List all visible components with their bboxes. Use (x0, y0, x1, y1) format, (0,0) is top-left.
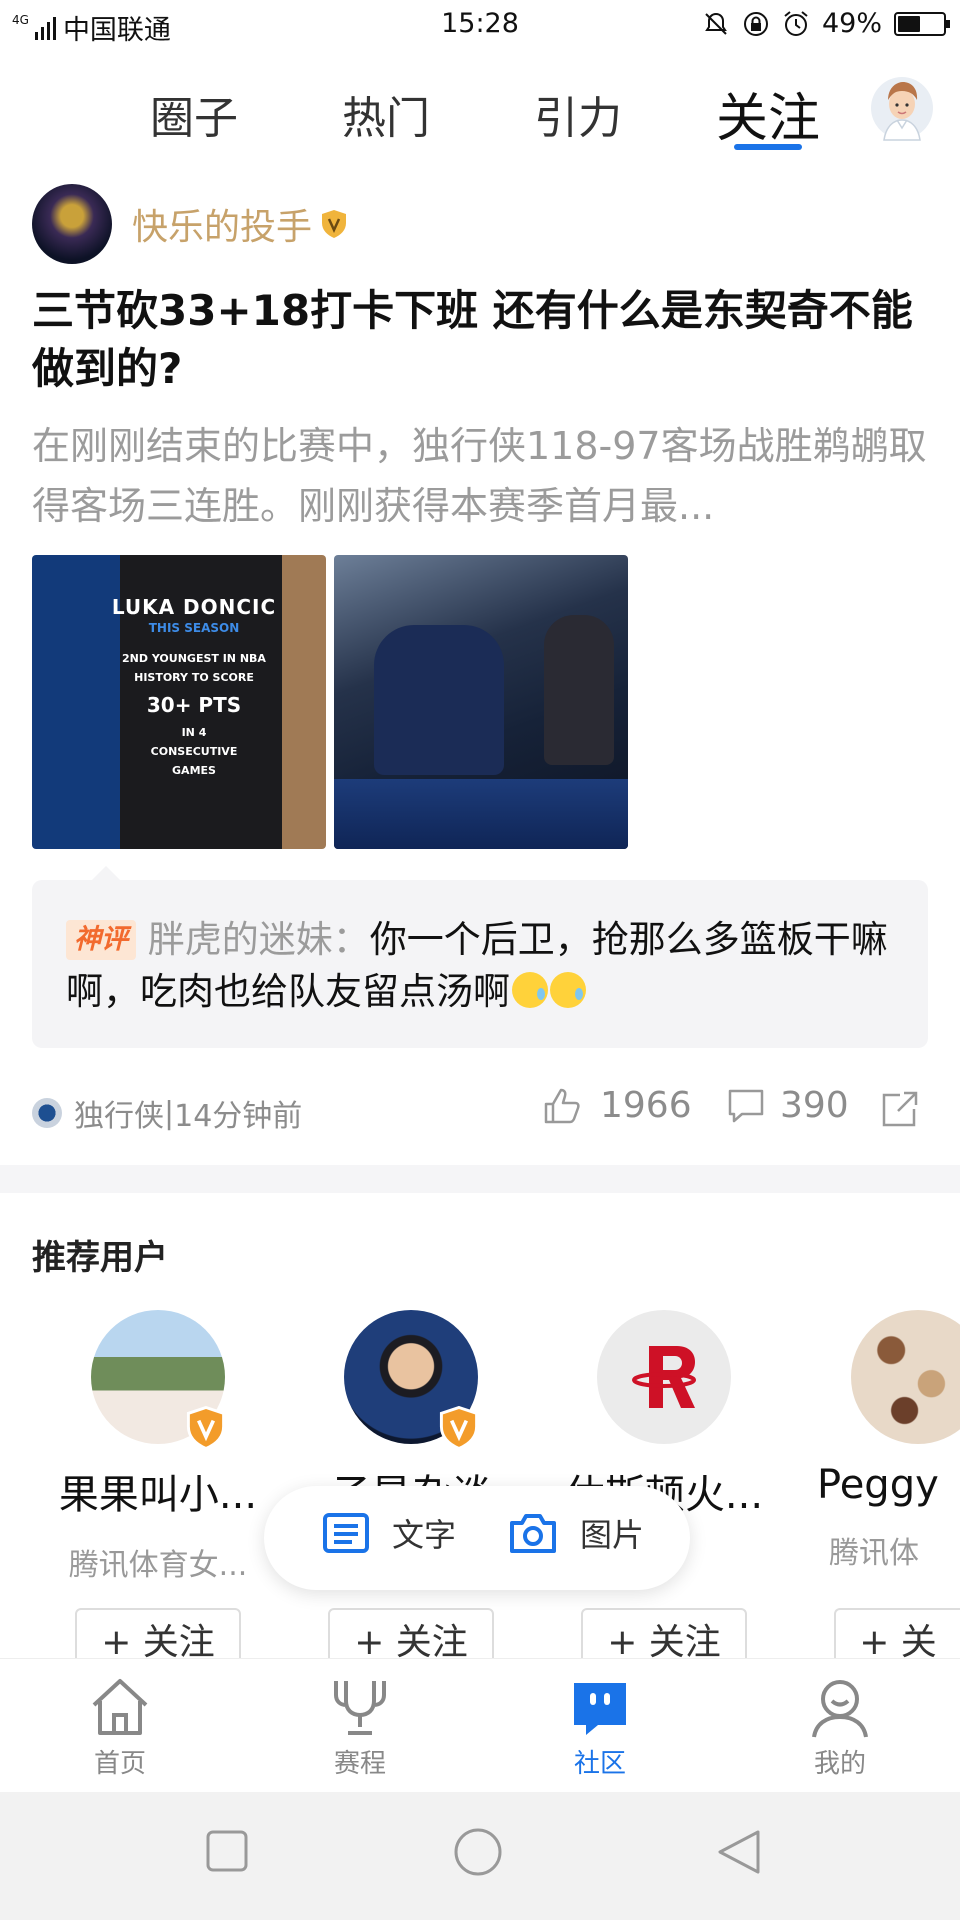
top-tab-bar: 圈子 热门 引力 关注 (0, 60, 960, 160)
trophy-icon (334, 1681, 386, 1735)
graphic-highlight: 30+ PTS (146, 693, 242, 717)
verified-badge-icon (322, 210, 347, 238)
rockets-logo-icon (632, 1346, 696, 1408)
stats-graphic-text: LUKA DONCIC THIS SEASON 2ND YOUNGEST IN … (92, 595, 296, 780)
post-meta-row: 独行侠 | 14分钟前 1966 390 (32, 1085, 932, 1135)
nav-community[interactable]: 社区 (530, 1675, 670, 1780)
nav-home[interactable]: 首页 (50, 1675, 190, 1780)
graphic-line-8: GAMES (172, 764, 216, 777)
nav-home-label: 首页 (93, 1749, 146, 1779)
graphic-line-4: HISTORY TO SCORE (134, 671, 254, 684)
compose-image-button[interactable]: 图片 (508, 1510, 644, 1556)
section-divider (0, 1165, 960, 1193)
sweat-emoji-icon (550, 972, 586, 1008)
nav-schedule-label: 赛程 (333, 1749, 386, 1779)
lock-rotation-icon (743, 11, 768, 36)
comment-icon (728, 1089, 764, 1122)
user-avatar[interactable] (851, 1310, 960, 1444)
team-logo-icon (32, 1098, 62, 1128)
camera-icon (510, 1514, 556, 1553)
recommended-user[interactable]: 果果叫小... 腾讯体育女... (58, 1310, 258, 1584)
recent-apps-icon[interactable] (206, 1830, 248, 1872)
commenter-name[interactable]: 胖虎的迷妹： (148, 918, 370, 961)
user-name: Peggy (817, 1462, 939, 1508)
post-source[interactable]: 独行侠 | 14分钟前 (32, 1091, 302, 1135)
author-name[interactable]: 快乐的投手 (132, 198, 312, 250)
community-icon (574, 1683, 626, 1735)
tab-hot[interactable]: 热门 (342, 82, 430, 146)
comment-button[interactable]: 390 (726, 1085, 849, 1126)
status-bar: 4G 中国联通 15:28 49% (0, 0, 960, 50)
compose-text-label: 文字 (392, 1516, 457, 1554)
nav-profile-label: 我的 (813, 1749, 866, 1779)
recommended-users-title: 推荐用户 (32, 1238, 168, 1278)
post-time: 14分钟前 (174, 1099, 303, 1134)
comment-count: 390 (780, 1085, 849, 1126)
share-icon[interactable] (880, 1089, 920, 1129)
meta-separator: | (164, 1095, 175, 1131)
photo-court (334, 779, 628, 849)
user-avatar[interactable] (597, 1310, 731, 1444)
compose-popup: 文字 图片 (264, 1486, 690, 1590)
tab-circle[interactable]: 圈子 (150, 82, 238, 146)
post-author-row[interactable]: 快乐的投手 (32, 184, 348, 264)
text-icon (323, 1513, 369, 1553)
team-name: 独行侠 (74, 1099, 164, 1134)
graphic-line-tail: IN 4 CONSECUTIVE GAMES (92, 723, 296, 780)
graphic-line-6: IN 4 (181, 726, 207, 739)
battery-percent: 49% (821, 8, 882, 39)
author-avatar[interactable] (32, 184, 112, 264)
post-image-stats[interactable]: LUKA DONCIC THIS SEASON 2ND YOUNGEST IN … (32, 555, 326, 849)
recommended-user[interactable]: Peggy 腾讯体 (817, 1310, 960, 1572)
photo-player (374, 625, 504, 775)
like-button[interactable]: 1966 (542, 1085, 692, 1126)
tab-gravity[interactable]: 引力 (534, 82, 622, 146)
compose-text-button[interactable]: 文字 (322, 1510, 456, 1556)
graphic-line-3: 2ND YOUNGEST IN NBA (122, 652, 266, 665)
thumbs-up-icon (544, 1088, 580, 1123)
hot-comment-badge: 神评 (66, 920, 136, 960)
mute-icon (705, 12, 727, 35)
active-tab-indicator (734, 144, 802, 150)
graphic-line-7: CONSECUTIVE (150, 745, 238, 758)
user-name: 果果叫小... (58, 1472, 258, 1518)
system-nav-bar (0, 1792, 960, 1920)
hot-comment: 神评 胖虎的迷妹：你一个后卫，抢那么多篮板干嘛啊，吃肉也给队友留点汤啊 (66, 914, 896, 1018)
photo-player-2 (544, 615, 614, 765)
post-title[interactable]: 三节砍33+18打卡下班 还有什么是东契奇不能做到的? (32, 282, 932, 398)
user-avatar[interactable] (344, 1310, 479, 1450)
tab-following[interactable]: 关注 (716, 76, 820, 151)
hot-comment-box[interactable]: 神评 胖虎的迷妹：你一个后卫，抢那么多篮板干嘛啊，吃肉也给队友留点汤啊 (32, 866, 928, 1048)
battery-fill (898, 15, 920, 32)
status-right: 49% (702, 8, 950, 39)
bottom-nav: 首页 赛程 社区 我的 (0, 1658, 960, 1792)
compose-image-label: 图片 (580, 1516, 645, 1554)
user-description: 腾讯体育女... (68, 1548, 248, 1583)
nav-community-label: 社区 (573, 1749, 626, 1779)
graphic-player-name: LUKA DONCIC (111, 595, 277, 619)
battery-icon (894, 11, 950, 36)
post-image-photo[interactable] (334, 555, 628, 849)
graphic-subtitle: THIS SEASON (148, 621, 240, 635)
home-circle-icon[interactable] (454, 1828, 502, 1876)
user-avatar-icon[interactable] (870, 68, 934, 148)
user-avatar[interactable] (91, 1310, 226, 1450)
post-excerpt[interactable]: 在刚刚结束的比赛中，独行侠118-97客场战胜鹈鹕取得客场三连胜。刚刚获得本赛季… (32, 416, 932, 536)
user-description: 腾讯体 (829, 1536, 919, 1571)
back-icon[interactable] (716, 1828, 762, 1876)
verified-badge-icon (186, 1406, 226, 1450)
verified-badge-icon (439, 1406, 479, 1450)
like-count: 1966 (600, 1085, 692, 1126)
graphic-line: 2ND YOUNGEST IN NBA HISTORY TO SCORE (92, 649, 296, 687)
nav-profile[interactable]: 我的 (770, 1675, 910, 1780)
nav-schedule[interactable]: 赛程 (290, 1675, 430, 1780)
alarm-icon (784, 10, 808, 36)
sweat-emoji-icon (512, 972, 548, 1008)
profile-icon (812, 1680, 868, 1738)
home-icon (92, 1679, 148, 1735)
